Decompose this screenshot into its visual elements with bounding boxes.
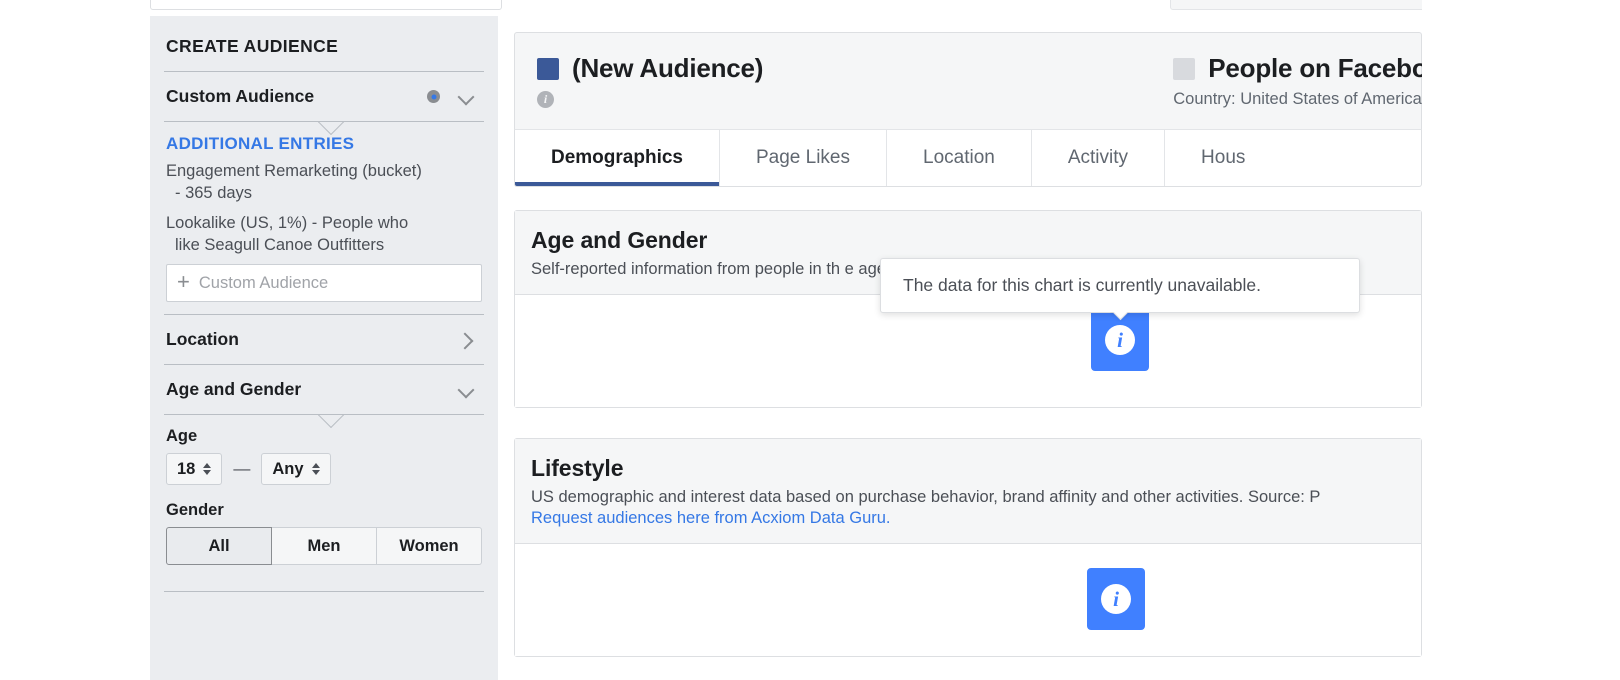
chevron-down-icon[interactable] — [458, 89, 474, 105]
chart-area: i — [515, 544, 1421, 656]
comparison-name: People on Faceboo — [1208, 53, 1444, 83]
tab-page-likes[interactable]: Page Likes — [718, 130, 886, 186]
comparison-country: Country: United States of America — [1173, 90, 1422, 108]
stepper-arrows-icon — [311, 463, 320, 475]
custom-audience-input-placeholder: Custom Audience — [198, 273, 329, 292]
age-label: Age — [166, 427, 198, 445]
entry-line-2: like Seagull Canoe Outfitters — [175, 236, 385, 254]
age-min-value: 18 — [177, 459, 196, 478]
divider — [164, 591, 484, 592]
chart-unavailable-tooltip: The data for this chart is currently una… — [880, 258, 1360, 313]
right-page-edge — [1422, 0, 1620, 680]
create-audience-sidebar: CREATE AUDIENCE Custom Audience ADDITION… — [150, 16, 498, 680]
entry-line-1: Engagement Remarketing (bucket) — [166, 162, 422, 180]
chart-unavailable-info-button[interactable]: i — [1087, 568, 1145, 630]
age-max-value: Any — [272, 459, 304, 478]
gender-segmented-control: All Men Women — [166, 527, 482, 565]
comparison-header-column: People on Faceboo Country: United States… — [1173, 53, 1443, 109]
stepper-arrows-icon — [203, 463, 212, 475]
radio-dot-icon[interactable] — [427, 90, 440, 103]
tab-household[interactable]: Hous — [1164, 130, 1281, 186]
gender-option-men[interactable]: Men — [272, 527, 377, 565]
tab-activity[interactable]: Activity — [1030, 130, 1164, 186]
info-icon[interactable]: i — [537, 91, 554, 108]
section-description: US demographic and interest data based o… — [531, 488, 1321, 506]
gender-option-all[interactable]: All — [166, 527, 272, 565]
left-page-edge — [0, 0, 150, 680]
plus-icon: + — [177, 269, 190, 294]
additional-entries-body: ADDITIONAL ENTRIES Engagement Remarketin… — [150, 122, 498, 314]
section-lifestyle: Lifestyle US demographic and interest da… — [514, 438, 1422, 657]
age-max-select[interactable]: Any — [261, 453, 331, 485]
list-item: Lookalike (US, 1%) - People who like Sea… — [166, 212, 482, 256]
comparison-color-swatch — [1173, 57, 1196, 80]
additional-entries-title: ADDITIONAL ENTRIES — [166, 134, 355, 153]
main-panel: (New Audience) i People on Faceboo Count… — [514, 0, 1443, 680]
sidebar-section-location[interactable]: Location — [150, 315, 498, 364]
tab-demographics[interactable]: Demographics — [515, 130, 719, 186]
section-header: Lifestyle US demographic and interest da… — [515, 439, 1421, 544]
location-label: Location — [166, 329, 239, 349]
gender-option-women[interactable]: Women — [377, 527, 482, 565]
age-range-dash: — — [233, 459, 251, 478]
age-gender-body: Age 18 — Any Gender All Men Women — [150, 415, 498, 577]
info-icon: i — [1105, 325, 1135, 355]
insights-tab-bar: Demographics Page Likes Location Activit… — [514, 129, 1422, 187]
audience-color-swatch — [537, 57, 559, 80]
chevron-down-icon[interactable] — [458, 382, 474, 398]
section-title: Lifestyle — [531, 455, 624, 481]
entry-line-2: - 365 days — [175, 184, 253, 202]
sidebar-section-age-and-gender[interactable]: Age and Gender — [150, 365, 498, 414]
section-title: Age and Gender — [531, 227, 708, 253]
audience-header-column: (New Audience) i — [537, 53, 763, 109]
info-icon: i — [1101, 584, 1131, 614]
age-and-gender-label: Age and Gender — [166, 379, 302, 399]
audience-name: (New Audience) — [572, 53, 764, 83]
gender-label: Gender — [166, 501, 224, 519]
audience-compare-header: (New Audience) i People on Faceboo Count… — [514, 32, 1443, 129]
custom-audience-label: Custom Audience — [166, 86, 315, 106]
tooltip-arrow — [1110, 312, 1130, 322]
age-min-select[interactable]: 18 — [166, 453, 223, 485]
chevron-right-icon[interactable] — [458, 332, 474, 348]
top-partial-card — [150, 0, 502, 10]
tooltip-text: The data for this chart is currently una… — [903, 275, 1261, 295]
section-link[interactable]: Request audiences here from Acxiom Data … — [531, 508, 1405, 529]
sidebar-heading: CREATE AUDIENCE — [166, 36, 339, 56]
list-item: Engagement Remarketing (bucket) - 365 da… — [166, 160, 482, 204]
tab-location[interactable]: Location — [886, 130, 1031, 186]
sidebar-section-custom-audience[interactable]: Custom Audience — [150, 72, 498, 121]
app-root: CREATE AUDIENCE Custom Audience ADDITION… — [0, 0, 1620, 680]
entry-line-1: Lookalike (US, 1%) - People who — [166, 214, 409, 232]
custom-audience-input[interactable]: + Custom Audience — [166, 264, 482, 302]
